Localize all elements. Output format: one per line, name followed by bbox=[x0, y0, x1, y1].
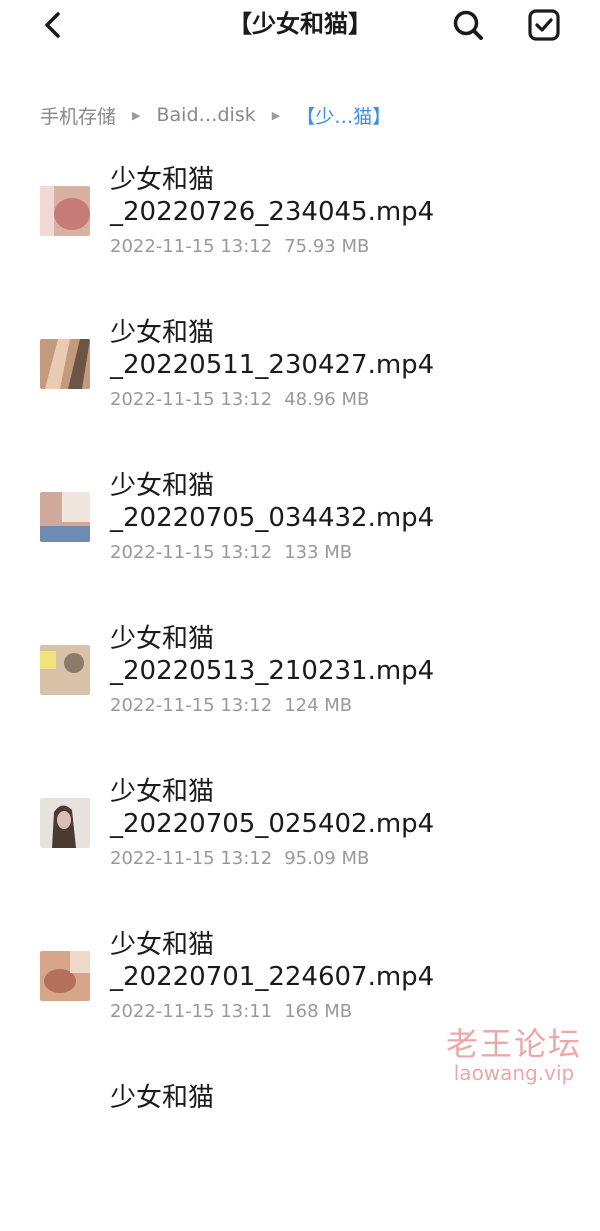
file-name: 少女和猫 _20220701_224607.mp4 bbox=[110, 929, 434, 993]
video-thumbnail bbox=[40, 951, 90, 1001]
video-thumbnail bbox=[40, 492, 90, 542]
video-thumbnail bbox=[40, 645, 90, 695]
file-list-item[interactable]: 少女和猫 _20220511_230427.mp4 2022-11-15 13:… bbox=[0, 313, 600, 466]
file-date: 2022-11-15 13:12 bbox=[110, 236, 273, 257]
file-size: 133 MB bbox=[284, 542, 353, 563]
file-size: 48.96 MB bbox=[284, 389, 370, 410]
file-date: 2022-11-15 13:12 bbox=[110, 542, 273, 563]
file-name-line1: 少女和猫 bbox=[110, 1083, 215, 1113]
video-thumbnail bbox=[40, 186, 90, 236]
breadcrumb: 手机存储 ▶ Baid…disk ▶ 【少…猫】 bbox=[40, 100, 391, 130]
video-thumbnail bbox=[40, 339, 90, 389]
file-meta: 2022-11-15 13:12 124 MB bbox=[110, 695, 352, 716]
breadcrumb-separator-icon: ▶ bbox=[132, 108, 141, 122]
file-name-line2: _20220726_234045.mp4 bbox=[110, 197, 435, 227]
page-title: 【少女和猫】 bbox=[228, 10, 372, 38]
file-meta: 2022-11-15 13:12 133 MB bbox=[110, 542, 352, 563]
checkbox-icon bbox=[528, 9, 560, 41]
watermark-cn: 老王论坛 bbox=[445, 1025, 582, 1063]
video-thumbnail bbox=[40, 798, 90, 848]
file-list-item[interactable]: 少女和猫 bbox=[0, 1078, 600, 1231]
watermark: 老王论坛 laowang.vip bbox=[446, 1026, 582, 1084]
file-size: 124 MB bbox=[284, 695, 353, 716]
file-name: 少女和猫 _20220705_034432.mp4 bbox=[110, 470, 434, 534]
file-name: 少女和猫 _20220705_025402.mp4 bbox=[110, 776, 434, 840]
file-meta: 2022-11-15 13:12 95.09 MB bbox=[110, 848, 369, 869]
file-name: 少女和猫 bbox=[110, 1082, 214, 1114]
file-name-line1: 少女和猫 bbox=[110, 471, 215, 501]
file-date: 2022-11-15 13:12 bbox=[110, 389, 273, 410]
file-name-line1: 少女和猫 bbox=[110, 930, 215, 960]
breadcrumb-separator-icon: ▶ bbox=[271, 108, 281, 122]
file-size: 168 MB bbox=[284, 1001, 353, 1022]
breadcrumb-item-storage[interactable]: 手机存储 bbox=[40, 102, 116, 129]
file-meta: 2022-11-15 13:11 168 MB bbox=[110, 1001, 352, 1022]
file-name: 少女和猫 _20220511_230427.mp4 bbox=[110, 317, 434, 381]
file-name: 少女和猫 _20220726_234045.mp4 bbox=[110, 164, 434, 228]
breadcrumb-item-folder[interactable]: Baid…disk bbox=[156, 104, 255, 126]
file-meta: 2022-11-15 13:12 75.93 MB bbox=[110, 236, 369, 257]
file-name-line2: _20220705_034432.mp4 bbox=[110, 503, 435, 533]
file-date: 2022-11-15 13:11 bbox=[110, 1001, 273, 1022]
file-name-line1: 少女和猫 bbox=[110, 318, 215, 348]
file-name-line2: _20220705_025402.mp4 bbox=[110, 809, 435, 839]
file-name-line1: 少女和猫 bbox=[110, 777, 215, 807]
file-name-line2: _20220701_224607.mp4 bbox=[110, 962, 435, 992]
breadcrumb-item-current[interactable]: 【少…猫】 bbox=[296, 102, 391, 129]
file-meta: 2022-11-15 13:12 48.96 MB bbox=[110, 389, 369, 410]
select-button[interactable] bbox=[524, 6, 564, 44]
file-list-item[interactable]: 少女和猫 _20220513_210231.mp4 2022-11-15 13:… bbox=[0, 619, 600, 772]
file-size: 75.93 MB bbox=[284, 236, 370, 257]
file-date: 2022-11-15 13:12 bbox=[110, 695, 273, 716]
search-button[interactable] bbox=[448, 6, 488, 44]
file-list-item[interactable]: 少女和猫 _20220705_025402.mp4 2022-11-15 13:… bbox=[0, 772, 600, 925]
watermark-en: laowang.vip bbox=[453, 1061, 575, 1085]
file-name-line2: _20220511_230427.mp4 bbox=[110, 350, 435, 380]
file-name-line2: _20220513_210231.mp4 bbox=[110, 656, 435, 686]
search-icon bbox=[453, 10, 483, 40]
app-header: 【少女和猫】 bbox=[0, 0, 600, 60]
file-list-item[interactable]: 少女和猫 _20220705_034432.mp4 2022-11-15 13:… bbox=[0, 466, 600, 619]
file-size: 95.09 MB bbox=[284, 848, 370, 869]
file-name-line1: 少女和猫 bbox=[110, 165, 215, 195]
file-name-line1: 少女和猫 bbox=[110, 624, 215, 654]
file-list-item[interactable]: 少女和猫 _20220726_234045.mp4 2022-11-15 13:… bbox=[0, 160, 600, 313]
file-date: 2022-11-15 13:12 bbox=[110, 848, 273, 869]
file-name: 少女和猫 _20220513_210231.mp4 bbox=[110, 623, 434, 687]
